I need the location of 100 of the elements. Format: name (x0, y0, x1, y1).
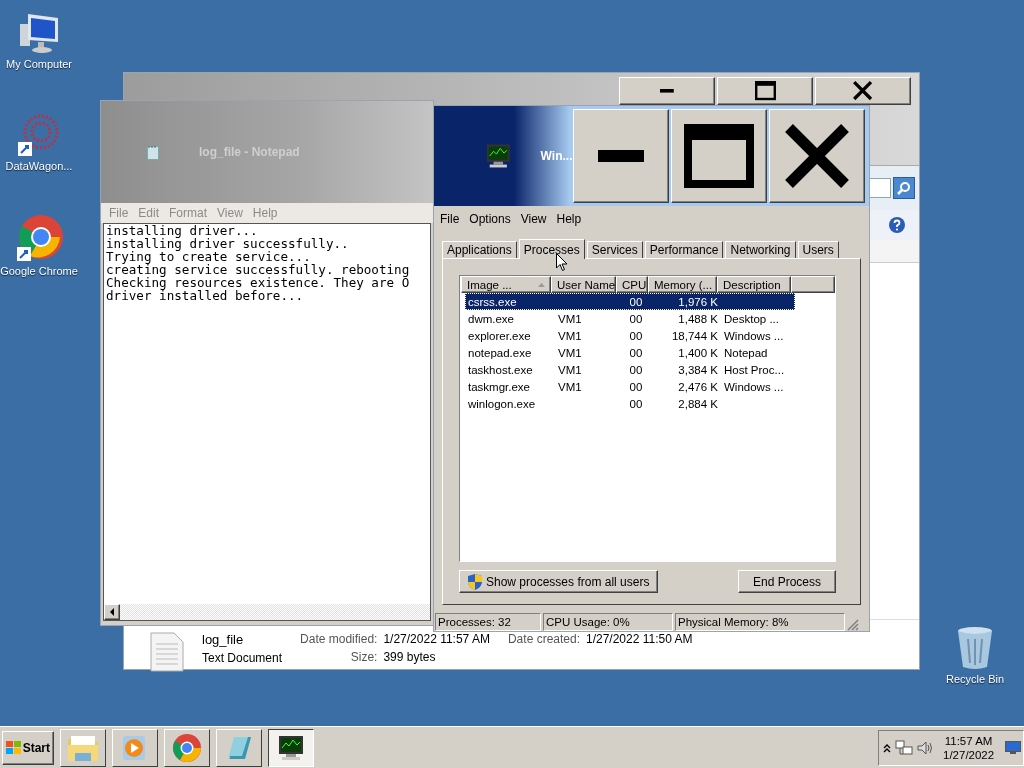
process-row[interactable]: taskhost.exe VM1 00 3,384 K Host Proc... (465, 361, 795, 378)
column-header[interactable]: CPU (616, 276, 648, 293)
tab[interactable]: Applications (442, 241, 517, 258)
process-row[interactable]: dwm.exe VM1 00 1,488 K Desktop ... (465, 310, 795, 327)
close-icon (785, 124, 849, 188)
minimize-icon (660, 89, 674, 93)
cpu-cell-text: 00 (628, 294, 644, 310)
sort-arrow-icon (538, 282, 545, 287)
file-name: log_file (202, 632, 245, 647)
memory-cell-text: 2,884 K (677, 396, 719, 412)
detail-value: 399 bytes (383, 650, 437, 664)
maximize-icon (754, 81, 776, 101)
detail-value: 1/27/2022 11:50 AM (586, 632, 693, 646)
memory-cell-text: 1,400 K (677, 345, 719, 361)
recycle-bin-icon (955, 625, 995, 671)
chrome-icon (172, 732, 202, 763)
status-text: CPU Usage: 0% (543, 613, 673, 631)
description-cell-text: Host Proc... (723, 362, 786, 378)
cpu-cell-text: 00 (628, 328, 644, 344)
process-row[interactable]: csrss.exe 00 1,976 K (465, 293, 795, 310)
maximize-button[interactable] (671, 109, 767, 203)
status-text: Processes: 32 (435, 613, 541, 631)
chrome-icon (15, 215, 63, 263)
taskbar-button[interactable] (268, 728, 314, 767)
minimize-icon (598, 150, 644, 162)
tab[interactable]: Networking (725, 241, 796, 258)
file-type: Text Document (202, 651, 283, 665)
process-row[interactable]: explorer.exe VM1 00 18,744 K Windows ... (465, 327, 795, 344)
close-icon (853, 81, 873, 101)
help-icon[interactable] (889, 217, 905, 233)
maximize-button[interactable] (717, 77, 813, 105)
column-header[interactable]: Image ... (461, 276, 551, 293)
desktop-icon-label[interactable]: My Computer (6, 58, 72, 70)
menu-item[interactable]: Help (552, 212, 586, 226)
left-arrow-icon (109, 608, 115, 616)
cpu-cell-text: 00 (628, 311, 644, 327)
detail-value: 1/27/2022 11:57 AM (383, 632, 490, 646)
desktop-icon-label[interactable]: Recycle Bin (945, 673, 1005, 685)
memory-cell-text: 1,976 K (677, 294, 719, 310)
show-all-processes-button[interactable]: Show processes from all users (459, 570, 659, 593)
menu-item[interactable]: Options (465, 212, 515, 226)
memory-cell-text: 3,384 K (677, 362, 719, 378)
cpu-cell-text: 00 (628, 396, 644, 412)
resize-grip-icon[interactable] (847, 619, 859, 631)
memory-cell-text: 18,744 K (670, 328, 719, 344)
memory-cell-text: 2,476 K (677, 379, 719, 395)
process-row[interactable]: notepad.exe VM1 00 1,400 K Notepad (465, 344, 795, 361)
image-name-cell-text: explorer.exe (467, 328, 532, 344)
detail-label: Date created: (507, 632, 580, 646)
cpu-cell-text: 00 (628, 345, 644, 361)
user-name-cell-text: VM1 (557, 345, 583, 361)
monitor-icon (484, 142, 513, 170)
tab[interactable]: Services (586, 241, 643, 258)
start-button[interactable]: Start (2, 730, 54, 765)
maximize-icon (684, 124, 754, 188)
chevron-up-icon[interactable] (883, 742, 891, 753)
tab[interactable]: Users (797, 241, 839, 258)
monitor-icon (276, 733, 306, 762)
detail-label: Size: (349, 650, 378, 664)
column-header[interactable]: Description (717, 276, 791, 293)
clock-date[interactable]: 1/27/2022 (943, 747, 995, 762)
description-cell-text: Windows ... (723, 328, 785, 344)
clock-time[interactable]: 11:57 AM (944, 733, 993, 748)
end-process-button[interactable]: End Process (738, 570, 836, 593)
tab[interactable]: Processes (518, 239, 585, 259)
image-name-cell-text: notepad.exe (467, 345, 533, 361)
show-desktop-icon[interactable] (1005, 740, 1021, 755)
detail-label: Date modified: (300, 632, 378, 646)
desktop-icon-label[interactable]: DataWagon... (5, 160, 73, 172)
user-name-cell-text: VM1 (557, 362, 583, 378)
cpu-cell-text: 00 (628, 362, 644, 378)
process-row[interactable]: winlogon.exe 00 2,884 K (465, 395, 795, 412)
tab[interactable]: Performance (644, 241, 724, 258)
notepad-icon (147, 144, 159, 160)
network-icon[interactable] (895, 739, 913, 756)
window-title: Win... (540, 149, 573, 163)
close-button[interactable] (815, 77, 911, 105)
shield-icon (468, 573, 482, 590)
close-button[interactable] (769, 109, 865, 203)
volume-icon[interactable] (917, 739, 935, 756)
description-cell-text: Desktop ... (723, 311, 780, 327)
process-row[interactable]: taskmgr.exe VM1 00 2,476 K Windows ... (465, 378, 795, 395)
image-name-cell-text: csrss.exe (467, 294, 518, 310)
image-name-cell-text: taskmgr.exe (467, 379, 531, 395)
cpu-cell-text: 00 (628, 379, 644, 395)
user-name-cell-text: VM1 (557, 328, 583, 344)
mouse-pointer-icon (556, 253, 568, 272)
image-name-cell-text: winlogon.exe (467, 396, 537, 412)
minimize-button[interactable] (619, 77, 715, 105)
column-header[interactable]: Memory (... (648, 276, 717, 293)
minimize-button[interactable] (573, 109, 669, 203)
image-name-cell-text: dwm.exe (467, 311, 516, 327)
menu-item[interactable]: View (516, 212, 551, 226)
search-button[interactable] (893, 177, 915, 199)
desktop-icon-label[interactable]: Google Chrome (0, 265, 78, 277)
menu-item[interactable]: File (436, 212, 464, 226)
user-name-cell-text: VM1 (557, 311, 583, 327)
column-header[interactable]: User Name (551, 276, 616, 293)
scroll-left-button[interactable] (104, 604, 120, 620)
windows-logo-icon (6, 740, 21, 755)
